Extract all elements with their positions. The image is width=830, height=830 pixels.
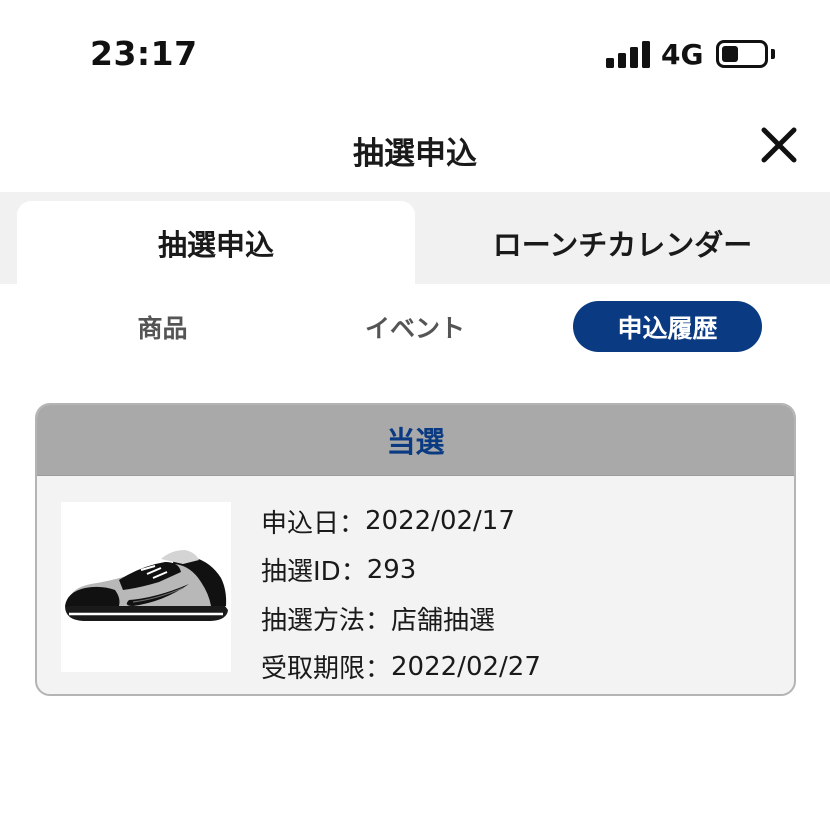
pickup-deadline-value: 2022/02/27 xyxy=(391,651,541,682)
main-tab-bar: 抽選申込 ローンチカレンダー xyxy=(0,192,830,284)
page-title: 抽選申込 xyxy=(353,136,477,172)
sub-tab-bar: 商品 イベント 申込履歴 xyxy=(0,284,830,374)
detail-row-lottery-id: 抽選ID： 293 xyxy=(261,546,541,595)
header: 抽選申込 xyxy=(0,110,830,192)
subtab-events[interactable]: イベント xyxy=(330,301,500,352)
entry-details: 申込日： 2022/02/17 抽選ID： 293 抽選方法： 店舗抽選 受取期… xyxy=(261,497,541,691)
sneaker-image xyxy=(65,550,228,621)
signal-icon xyxy=(606,40,650,68)
tab-lottery-apply[interactable]: 抽選申込 xyxy=(17,201,415,284)
subtab-products[interactable]: 商品 xyxy=(90,301,235,352)
detail-row-lottery-method: 抽選方法： 店舗抽選 xyxy=(261,594,541,643)
battery-icon xyxy=(716,40,768,68)
close-button[interactable] xyxy=(756,122,802,168)
product-image[interactable] xyxy=(61,502,231,672)
tab-launch-calendar[interactable]: ローンチカレンダー xyxy=(415,201,830,284)
status-time: 23:17 xyxy=(90,34,198,73)
subtab-history[interactable]: 申込履歴 xyxy=(573,301,762,352)
network-type: 4G xyxy=(661,38,704,71)
entry-card[interactable]: 当選 申込日： 2022/02/17 抽選ID： 293 抽選方法： 店舗抽選 … xyxy=(35,403,796,696)
apply-date-label: 申込日： xyxy=(261,508,366,539)
status-bar: 23:17 4G xyxy=(0,0,830,110)
battery-cap xyxy=(771,49,775,59)
apply-date-value: 2022/02/17 xyxy=(365,506,515,537)
lottery-id-label: 抽選ID： xyxy=(261,557,367,588)
lottery-method-label: 抽選方法： xyxy=(261,605,392,636)
entry-status: 当選 xyxy=(37,405,794,476)
detail-row-pickup-deadline: 受取期限： 2022/02/27 xyxy=(261,643,541,692)
lottery-method-value: 店舗抽選 xyxy=(391,605,496,636)
pickup-deadline-label: 受取期限： xyxy=(261,654,392,685)
lottery-id-value: 293 xyxy=(366,554,417,585)
close-icon xyxy=(761,127,797,163)
detail-row-apply-date: 申込日： 2022/02/17 xyxy=(261,497,541,546)
